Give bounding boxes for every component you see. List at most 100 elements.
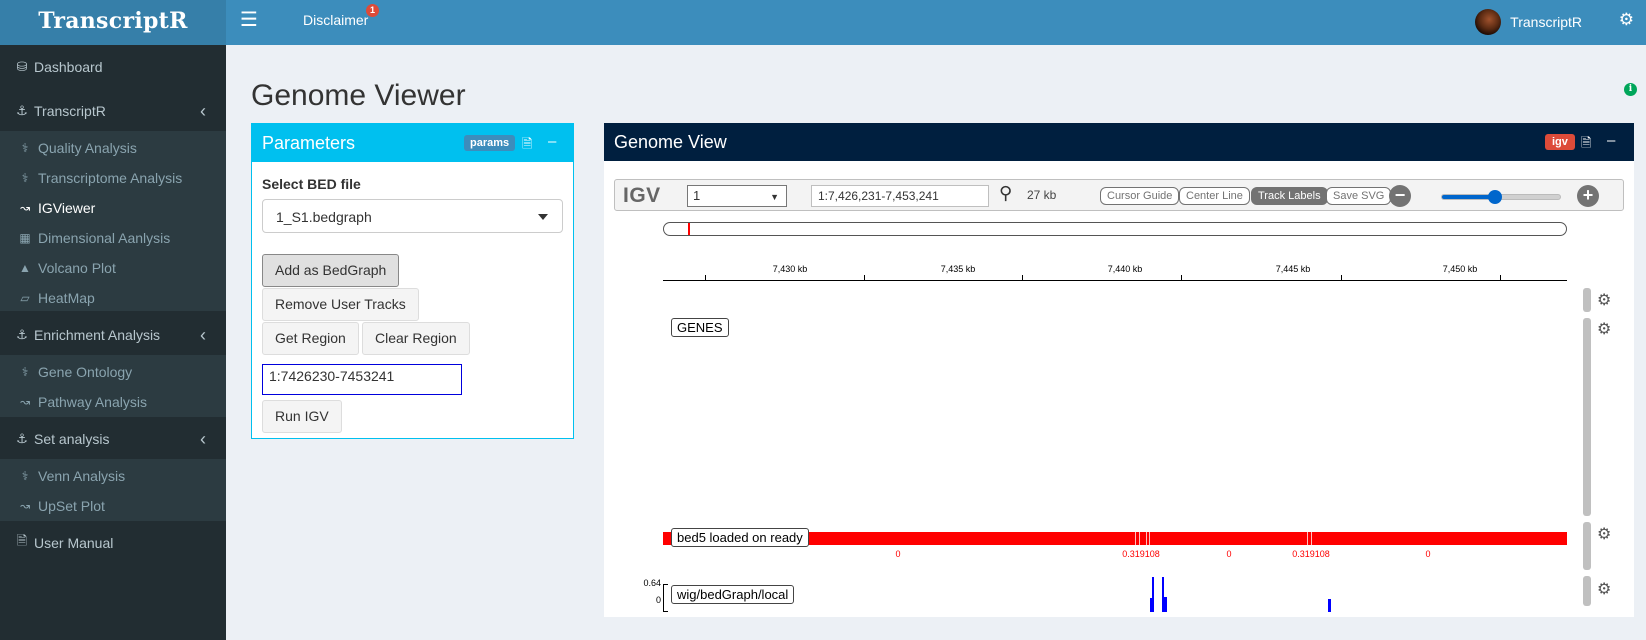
bed-file-select[interactable]: 1_S1.bedgraph bbox=[262, 199, 563, 233]
get-region-button[interactable]: Get Region bbox=[262, 322, 359, 355]
ruler-track-scrollbar[interactable] bbox=[1583, 288, 1591, 312]
bed-feature-gap bbox=[1307, 532, 1308, 545]
remove-user-tracks-button[interactable]: Remove User Tracks bbox=[262, 288, 419, 321]
wig-scale-max: 0.64 bbox=[643, 578, 661, 588]
user-menu[interactable]: TranscriptR bbox=[1475, 8, 1582, 36]
user-name: TranscriptR bbox=[1510, 14, 1582, 30]
sidebar-item-volcano-plot[interactable]: ▲ Volcano Plot bbox=[0, 253, 226, 283]
bed-feature-gap bbox=[1311, 532, 1312, 545]
ideogram-current-region bbox=[688, 223, 690, 235]
genes-track-gear-icon[interactable]: ⚙ bbox=[1597, 319, 1611, 339]
gears-icon[interactable]: ⚙ bbox=[1619, 10, 1634, 30]
region-input[interactable]: 1:7426230-7453241 bbox=[262, 364, 462, 395]
zoom-slider-thumb[interactable] bbox=[1488, 190, 1503, 204]
sidebar-item-venn-analysis[interactable]: ⚕ Venn Analysis bbox=[0, 461, 226, 491]
sidebar-item-quality-analysis[interactable]: ⚕ Quality Analysis bbox=[0, 133, 226, 163]
parameters-box: Parameters params 🗎 – Select BED file 1_… bbox=[251, 123, 574, 439]
window-size: 27 kb bbox=[1027, 188, 1057, 202]
volcano-icon: ▲ bbox=[19, 261, 31, 275]
sidebar-item-label: Venn Analysis bbox=[38, 468, 126, 484]
sidebar-item-label: Volcano Plot bbox=[38, 260, 116, 276]
wig-track-gear-icon[interactable]: ⚙ bbox=[1597, 579, 1611, 599]
genome-view-title: Genome View bbox=[614, 132, 727, 152]
sidebar-item-upset-plot[interactable]: ↝ UpSet Plot bbox=[0, 491, 226, 521]
clear-region-button[interactable]: Clear Region bbox=[362, 322, 470, 355]
sidebar-item-label: Transcriptome Analysis bbox=[38, 170, 183, 186]
add-as-bedgraph-button[interactable]: Add as BedGraph bbox=[262, 254, 400, 287]
sidebar-item-label: Gene Ontology bbox=[38, 364, 133, 380]
chevron-left-icon: ‹ bbox=[200, 429, 206, 449]
user-md-icon: ⚕ bbox=[21, 469, 29, 483]
sidebar-item-pathway-analysis[interactable]: ↝ Pathway Analysis bbox=[0, 387, 226, 417]
sidebar: ⛁ Dashboard ⚓ TranscriptR ‹ ⚕ Quality An… bbox=[0, 45, 226, 640]
disclaimer-notification-badge: 1 bbox=[366, 4, 379, 17]
file-pdf-icon[interactable]: 🗎 bbox=[522, 135, 532, 157]
genes-track-label[interactable]: GENES bbox=[671, 318, 729, 337]
wig-scale-min: 0 bbox=[655, 595, 661, 605]
sidebar-item-transcriptome-analysis[interactable]: ⚕ Transcriptome Analysis bbox=[0, 163, 226, 193]
chromosome-select[interactable]: 1 ▼ bbox=[687, 185, 787, 207]
zoom-slider[interactable] bbox=[1441, 190, 1561, 204]
collapse-minus-icon[interactable]: – bbox=[548, 133, 556, 150]
zoom-in-icon[interactable]: + bbox=[1577, 185, 1599, 207]
sidebar-item-set-analysis[interactable]: ⚓ Set analysis ‹ bbox=[0, 419, 226, 459]
wig-track-scrollbar[interactable] bbox=[1583, 576, 1591, 606]
sidebar-item-label: User Manual bbox=[34, 535, 114, 551]
ruler-track-gear-icon[interactable]: ⚙ bbox=[1597, 290, 1611, 310]
sidebar-toggle-icon[interactable]: ☰ bbox=[240, 10, 258, 30]
sidebar-item-user-manual[interactable]: 🗎 User Manual bbox=[0, 523, 226, 563]
disclaimer-link[interactable]: Disclaimer bbox=[303, 12, 368, 28]
sidebar-item-label: Set analysis bbox=[34, 431, 110, 447]
app-logo[interactable]: TranscriptR bbox=[0, 0, 226, 45]
sidebar-item-enrichment-analysis[interactable]: ⚓ Enrichment Analysis ‹ bbox=[0, 315, 226, 355]
wig-track-label[interactable]: wig/bedGraph/local bbox=[671, 585, 795, 604]
bed-track-scrollbar[interactable] bbox=[1583, 522, 1591, 570]
locus-search-input[interactable]: 1:7,426,231-7,453,241 bbox=[811, 185, 989, 207]
search-icon[interactable]: ⚲ bbox=[999, 183, 1012, 204]
bed-feature-gap bbox=[1139, 532, 1140, 545]
caret-down-icon: ▼ bbox=[770, 192, 779, 202]
top-navbar: ☰ Disclaimer 1 TranscriptR ⚙ bbox=[226, 0, 1646, 45]
select-bed-label: Select BED file bbox=[262, 176, 361, 192]
sidebar-item-dashboard[interactable]: ⛁ Dashboard bbox=[0, 47, 226, 87]
parameters-title: Parameters bbox=[262, 133, 356, 153]
collapse-minus-icon[interactable]: – bbox=[1607, 132, 1615, 149]
sidebar-item-label: Pathway Analysis bbox=[38, 394, 147, 410]
chromosome-ideogram[interactable] bbox=[663, 222, 1567, 236]
igv-navbar: IGV 1 ▼ 1:7,426,231-7,453,241 ⚲ 27 kb Cu… bbox=[614, 179, 1624, 211]
center-line-button[interactable]: Center Line bbox=[1179, 187, 1250, 205]
user-md-icon: ⚕ bbox=[21, 171, 29, 185]
sidebar-item-heatmap[interactable]: ▱ HeatMap bbox=[0, 283, 226, 313]
anchor-icon: ⚓ bbox=[16, 431, 28, 446]
bed-feature-gap bbox=[1149, 532, 1150, 545]
cursor-guide-button[interactable]: Cursor Guide bbox=[1100, 187, 1180, 205]
user-md-icon: ⚕ bbox=[21, 365, 29, 379]
file-pdf-icon[interactable]: 🗎 bbox=[1581, 134, 1591, 156]
run-igv-button[interactable]: Run IGV bbox=[262, 400, 342, 433]
save-svg-button[interactable]: Save SVG bbox=[1326, 187, 1392, 205]
anchor-icon: ⚓ bbox=[16, 327, 28, 342]
zoom-out-icon[interactable]: − bbox=[1389, 185, 1411, 207]
wig-data-range-axis bbox=[663, 584, 668, 612]
user-md-icon: ⚕ bbox=[21, 141, 29, 155]
info-icon[interactable]: i bbox=[1624, 83, 1637, 96]
bed-track-label[interactable]: bed5 loaded on ready bbox=[671, 528, 809, 547]
bed-feature-value: 0.319108 bbox=[1292, 549, 1330, 559]
bed-track-gear-icon[interactable]: ⚙ bbox=[1597, 524, 1611, 544]
sidebar-item-transcriptr[interactable]: ⚓ TranscriptR ‹ bbox=[0, 91, 226, 131]
bed-feature-gap bbox=[1146, 532, 1147, 545]
sidebar-item-gene-ontology[interactable]: ⚕ Gene Ontology bbox=[0, 357, 226, 387]
pdf-file-icon: 🗎 bbox=[16, 533, 28, 548]
wig-bar bbox=[1164, 597, 1167, 612]
genome-view-box: Genome View igv 🗎 – IGV 1 ▼ 1:7,426,231-… bbox=[604, 123, 1634, 617]
sidebar-item-igviewer[interactable]: ↝ IGViewer bbox=[0, 193, 226, 223]
bed-feature-value: 0 bbox=[1226, 549, 1232, 559]
parameters-box-header: Parameters params 🗎 – bbox=[252, 124, 573, 162]
sidebar-item-label: UpSet Plot bbox=[38, 498, 105, 514]
sidebar-item-label: HeatMap bbox=[38, 290, 95, 306]
chromosome-value: 1 bbox=[693, 188, 701, 203]
genes-track-scrollbar[interactable] bbox=[1583, 318, 1591, 516]
sidebar-item-label: Dimensional Aanlysis bbox=[38, 230, 171, 246]
track-labels-button[interactable]: Track Labels bbox=[1251, 187, 1328, 205]
sidebar-item-dimensional-analysis[interactable]: ▦ Dimensional Aanlysis bbox=[0, 223, 226, 253]
